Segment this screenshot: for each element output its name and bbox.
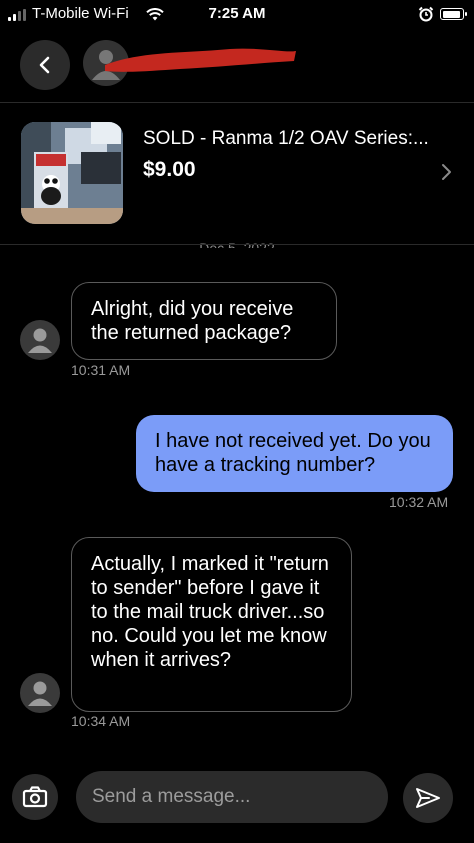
message-timestamp: 10:32 AM	[389, 494, 449, 510]
battery-icon	[440, 8, 467, 20]
listing-thumbnail	[21, 122, 123, 224]
redaction-mark	[105, 48, 296, 72]
status-bar: T-Mobile Wi-Fi 7:25 AM	[0, 0, 474, 28]
listing-price: $9.00	[143, 158, 196, 181]
send-button[interactable]	[403, 773, 453, 823]
listing-title: SOLD - Ranma 1/2 OAV Series:...	[143, 128, 429, 149]
message-bubble-outgoing[interactable]: I have not received yet. Do you have a t…	[136, 415, 453, 492]
sender-avatar[interactable]	[20, 320, 60, 360]
sender-avatar[interactable]	[20, 673, 60, 713]
chevron-right-icon	[442, 164, 451, 180]
listing-divider	[0, 244, 474, 245]
message-timestamp: 10:31 AM	[71, 362, 131, 378]
person-icon	[28, 328, 52, 353]
clock: 7:25 AM	[208, 5, 266, 22]
message-bubble-incoming[interactable]: Alright, did you receive the returned pa…	[71, 282, 337, 360]
alarm-icon	[418, 6, 434, 22]
send-icon	[416, 788, 440, 808]
listing-card[interactable]: SOLD - Ranma 1/2 OAV Series:... $9.00	[0, 102, 474, 244]
date-separator: Dec 5, 2022	[199, 240, 275, 248]
camera-button[interactable]	[12, 774, 58, 820]
chevron-left-icon	[39, 56, 50, 74]
message-timestamp: 10:34 AM	[71, 713, 131, 729]
person-icon	[28, 681, 52, 706]
camera-icon	[22, 786, 48, 808]
back-button[interactable]	[20, 40, 70, 90]
message-input[interactable]: Send a message...	[76, 771, 388, 823]
message-bubble-incoming[interactable]: Actually, I marked it "return to sender"…	[71, 537, 352, 712]
